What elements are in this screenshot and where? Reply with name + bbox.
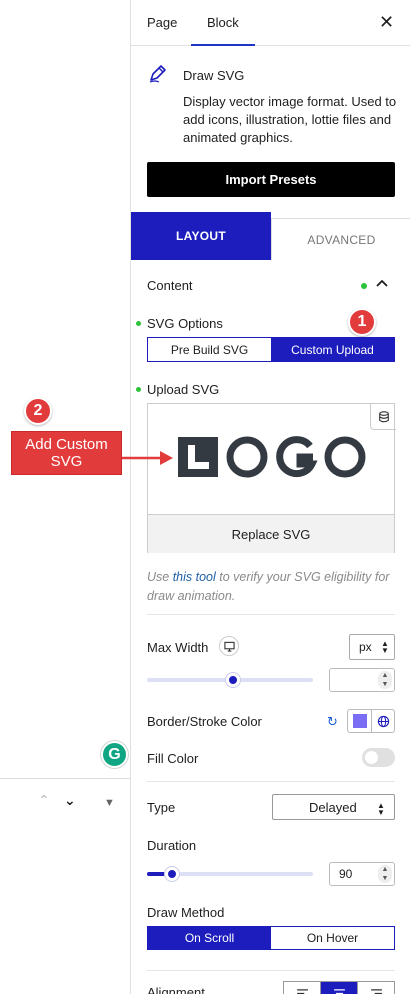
step-badge-1: 1 — [348, 308, 376, 336]
upload-svg-label: Upload SVG — [147, 382, 220, 397]
database-icon[interactable] — [370, 404, 396, 430]
border-color-picker[interactable] — [347, 709, 395, 733]
status-dot — [136, 321, 141, 326]
editor-canvas: G ⌃ ⌄ ▼ — [0, 0, 130, 994]
step-badge-2: 2 — [24, 397, 52, 425]
divider — [147, 970, 395, 971]
sidebar-tabs: Page Block ✕ — [131, 0, 410, 46]
on-scroll-option[interactable]: On Scroll — [148, 927, 271, 949]
stepper-icon[interactable]: ▲ ▼ — [378, 671, 392, 689]
toggle-knob — [365, 751, 378, 764]
custom-upload-option[interactable]: Custom Upload — [271, 338, 394, 361]
align-right-icon[interactable] — [358, 982, 394, 994]
svg-upload-preview: Replace SVG — [147, 403, 396, 553]
slider-thumb[interactable] — [165, 867, 179, 881]
block-title: Draw SVG — [183, 68, 245, 83]
divider — [147, 781, 395, 782]
draw-method-label: Draw Method — [147, 905, 225, 920]
max-width-slider[interactable] — [147, 673, 313, 687]
color-swatch-button[interactable] — [348, 710, 372, 732]
chevron-up-icon[interactable] — [374, 276, 390, 292]
globe-icon[interactable] — [372, 710, 394, 732]
divider — [147, 614, 395, 615]
type-label: Type — [147, 800, 176, 815]
import-presets-button[interactable]: Import Presets — [147, 162, 395, 197]
callout-arrow-icon — [122, 451, 173, 465]
help-text: Use this tool to verify your SVG eligibi… — [147, 568, 399, 606]
max-width-input[interactable]: ▲ ▼ — [329, 668, 395, 692]
duration-slider[interactable] — [147, 867, 313, 881]
status-dot — [361, 283, 367, 289]
draw-method-toggle: On Scroll On Hover — [147, 926, 395, 950]
slider-fill — [147, 678, 233, 682]
unit-select[interactable]: px ▲ ▼ — [349, 634, 395, 660]
fill-color-label: Fill Color — [147, 751, 199, 766]
chevron-up-icon[interactable]: ⌃ — [38, 792, 50, 808]
fill-color-toggle[interactable] — [362, 748, 395, 767]
border-color-label: Border/Stroke Color — [147, 714, 262, 729]
tab-layout[interactable]: LAYOUT — [131, 212, 271, 260]
content-section-header[interactable]: Content — [147, 276, 395, 296]
replace-svg-button[interactable]: Replace SVG — [148, 514, 394, 553]
pen-draw-icon — [149, 65, 166, 83]
tab-advanced[interactable]: ADVANCED — [271, 218, 410, 260]
duration-label: Duration — [147, 838, 197, 853]
tab-block[interactable]: Block — [191, 0, 255, 46]
status-dot — [136, 387, 141, 392]
svg-options-label: SVG Options — [147, 316, 223, 331]
block-settings-sidebar: Page Block ✕ Draw SVG Display vector ima… — [130, 0, 410, 994]
close-icon[interactable]: ✕ — [379, 13, 394, 31]
color-swatch — [352, 714, 367, 728]
reset-icon[interactable]: ↻ — [327, 715, 341, 729]
chevron-down-icon[interactable]: ⌄ — [64, 792, 76, 808]
duration-input[interactable]: 90 ▲ ▼ — [329, 862, 395, 886]
tab-page[interactable]: Page — [147, 0, 177, 46]
grammarly-icon[interactable]: G — [101, 741, 128, 768]
panel-tabs: LAYOUT ADVANCED — [131, 212, 410, 260]
updown-caret-icon: ▲ ▼ — [377, 801, 385, 817]
stepper-icon[interactable]: ▲ ▼ — [378, 865, 392, 883]
alignment-buttons — [283, 981, 395, 994]
prebuild-svg-option[interactable]: Pre Build SVG — [148, 338, 271, 361]
monitor-icon[interactable] — [219, 636, 239, 656]
svg-options-toggle: Pre Build SVG Custom Upload — [147, 337, 395, 362]
help-text-prefix: Use — [147, 570, 173, 584]
max-width-label: Max Width — [147, 640, 209, 655]
this-tool-link[interactable]: this tool — [173, 570, 216, 584]
duration-value: 90 — [339, 867, 353, 881]
content-label: Content — [147, 278, 193, 293]
align-center-icon[interactable] — [321, 982, 358, 994]
slider-thumb[interactable] — [226, 673, 240, 687]
type-value: Delayed — [309, 799, 357, 815]
block-description: Display vector image format. Used to add… — [183, 94, 397, 145]
on-hover-option[interactable]: On Hover — [271, 927, 394, 949]
alignment-label: Alignment — [147, 985, 205, 994]
callout-add-custom-svg: Add Custom SVG — [11, 431, 122, 475]
align-left-icon[interactable] — [284, 982, 321, 994]
unit-value: px — [359, 640, 372, 654]
type-select[interactable]: Delayed ▲ ▼ — [272, 794, 395, 820]
logo-preview-image — [178, 436, 366, 478]
canvas-divider — [0, 778, 130, 779]
caret-down-icon[interactable]: ▼ — [104, 795, 115, 811]
updown-caret-icon: ▲ ▼ — [381, 639, 389, 655]
